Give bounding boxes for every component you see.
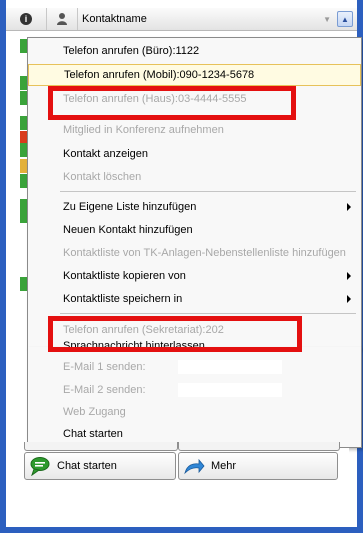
column-label: Kontaktname [82,13,147,25]
person-icon [57,13,67,25]
email-2-value [178,383,282,397]
info-icon: i [20,13,32,25]
context-menu: Telefon anrufen (Büro):1122 Telefon anru… [27,37,362,349]
chat-start-button-label: Chat starten [57,460,117,472]
annotation-box-secretary-phone [48,316,302,352]
more-button-label: Mehr [211,460,237,472]
sort-dropdown-icon[interactable]: ▼ [323,15,331,24]
window-frame-bottom [0,527,363,533]
menu-item-web-access[interactable]: Web Zugang [28,401,361,423]
menu-item-call-office[interactable]: Telefon anrufen (Büro):1122 [28,40,361,62]
chat-bubble-icon [30,457,50,476]
button-row-edge-right [178,442,340,451]
submenu-arrow-icon [347,295,351,303]
menu-item-new-contact[interactable]: Neuen Kontakt hinzufügen [28,219,361,241]
submenu-arrow-icon [347,272,351,280]
menu-item-call-mobile[interactable]: Telefon anrufen (Mobil):090-1234-5678 [28,64,361,86]
menu-item-delete-contact[interactable]: Kontakt löschen [28,166,361,188]
menu-separator [60,313,356,314]
menu-item-save-list-to[interactable]: Kontaktliste speichern in [28,288,361,310]
submenu-arrow-icon [347,203,351,211]
menu-separator [60,191,356,192]
menu-item-copy-list-from[interactable]: Kontaktliste kopieren von [28,265,361,287]
menu-item-send-email-2[interactable]: E-Mail 2 senden: [28,379,361,401]
scroll-up-button[interactable]: ▲ [337,11,353,27]
menu-item-send-email-1[interactable]: E-Mail 1 senden: [28,356,361,378]
menu-item-add-to-conference[interactable]: Mitglied in Konferenz aufnehmen [28,119,361,141]
chat-start-button[interactable]: Chat starten [24,452,176,480]
menu-item-add-to-own-list[interactable]: Zu Eigene Liste hinzufügen [28,196,361,218]
contact-list-header: i Kontaktname ▼ ▲ [6,8,357,31]
email-1-value [178,360,282,374]
contact-name-column-header[interactable]: Kontaktname ▼ ▲ [78,8,357,30]
context-menu-lower: Sprachnachricht hinterlassen E-Mail 1 se… [27,340,362,448]
button-row-edge-left [24,442,178,451]
arrow-curve-icon [184,458,205,475]
annotation-box-home-phone [48,86,296,120]
more-button[interactable]: Mehr [178,452,338,480]
menu-item-add-pbx-list[interactable]: Kontaktliste von TK-Anlagen-Nebenstellen… [28,242,361,264]
action-panel: Chat starten Mehr [14,442,349,510]
info-column-header[interactable]: i [6,8,47,30]
person-column-header[interactable] [47,8,78,30]
menu-item-show-contact[interactable]: Kontakt anzeigen [28,143,361,165]
